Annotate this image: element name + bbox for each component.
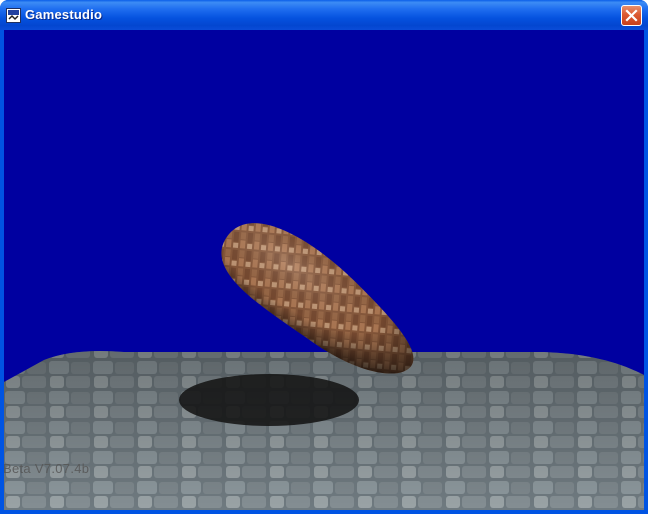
window-title: Gamestudio xyxy=(25,7,103,22)
render-viewport[interactable] xyxy=(4,30,644,510)
gamestudio-app-icon[interactable] xyxy=(6,8,21,23)
stone-floor xyxy=(4,351,644,510)
version-label: Beta V7.07.4b xyxy=(3,461,90,476)
title-bar[interactable]: Gamestudio xyxy=(0,0,648,30)
shadow xyxy=(179,374,359,426)
close-icon xyxy=(625,9,638,22)
app-window: Gamestudio Beta V7.07.4b xyxy=(0,0,648,514)
close-button[interactable] xyxy=(621,5,642,26)
